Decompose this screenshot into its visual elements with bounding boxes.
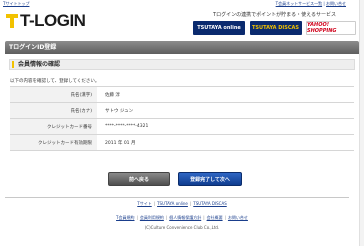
instruction-note: 以下の内容を確認して、登録してください。 <box>10 79 100 84</box>
complete-registration-button[interactable]: 登録完了して次へ <box>178 172 242 186</box>
footer-policy-links: T会員規約 | 会員利用規約 | 個人情報保護方針 | 会社概要 | お問い合せ <box>116 215 248 220</box>
footer-link-company[interactable]: 会社概要 <box>207 215 223 220</box>
top-contact-link[interactable]: お問い合せ <box>326 1 346 6</box>
footer-link-tsutaya-discas[interactable]: TSUTAYA DISCAS <box>193 201 226 206</box>
yahoo-shopping-badge[interactable]: YAHOO! SHOPPING <box>306 21 356 35</box>
section-marker-icon <box>12 61 14 68</box>
footer-link-tsite[interactable]: Tサイト <box>137 201 151 206</box>
tsite-top-link[interactable]: Tサイトトップ <box>3 1 29 7</box>
row-label: クレジットカード有効期限 <box>10 134 97 151</box>
linked-services-promo: Tログインの連携でポイントが貯まる・使えるサービス TSUTAYA online… <box>193 11 356 37</box>
member-services-link[interactable]: T会員ネットサービス一覧 <box>276 1 322 6</box>
row-value: 佐藤 淳 <box>97 86 354 103</box>
top-bar: Tサイトトップ T会員ネットサービス一覧 | お問い合せ <box>0 0 364 8</box>
table-row: 氏名(カナ) サトウ ジュン <box>10 102 354 119</box>
logo-text: T-LOGIN <box>20 11 86 30</box>
footer-divider <box>5 197 349 198</box>
table-row: クレジットカード有効期限 2011 年 01 月 <box>10 134 354 151</box>
section-title: 会員情報の確認 <box>18 61 61 68</box>
row-value: ****-****-****-4321 <box>97 118 354 135</box>
row-value: サトウ ジュン <box>97 102 354 119</box>
footer-link-terms[interactable]: T会員規約 <box>116 215 134 220</box>
t-logo-icon <box>6 14 18 28</box>
footer-link-contact[interactable]: お問い合せ <box>228 215 248 220</box>
promo-text: Tログインの連携でポイントが貯まる・使えるサービス <box>213 12 336 18</box>
copyright: (C)Culture Convenience Club Co.,Ltd. <box>144 225 220 230</box>
row-label: クレジットカード番号 <box>10 118 97 135</box>
footer-link-privacy[interactable]: 個人情報保護方針 <box>169 215 201 220</box>
page-title: TログインID登録 <box>5 41 359 54</box>
row-label: 氏名(漢字) <box>10 86 97 103</box>
confirmation-table: 氏名(漢字) 佐藤 淳 氏名(カナ) サトウ ジュン クレジットカード番号 **… <box>10 86 354 151</box>
section-header: 会員情報の確認 <box>9 59 355 70</box>
tsutaya-discas-badge[interactable]: TSUTAYA DISCAS <box>249 21 302 35</box>
top-right-links: T会員ネットサービス一覧 | お問い合せ <box>276 1 346 7</box>
table-row: 氏名(漢字) 佐藤 淳 <box>10 86 354 103</box>
t-login-logo[interactable]: T-LOGIN <box>6 11 86 31</box>
scrollbar[interactable] <box>359 0 364 246</box>
row-value: 2011 年 01 月 <box>97 134 354 151</box>
footer-link-tsutaya-online[interactable]: TSUTAYA online <box>157 201 188 206</box>
tsutaya-online-badge[interactable]: TSUTAYA online <box>193 21 245 35</box>
registration-panel: TログインID登録 会員情報の確認 以下の内容を確認して、登録してください。 氏… <box>5 41 359 241</box>
footer-link-member-terms[interactable]: 会員利用規約 <box>140 215 164 220</box>
row-label: 氏名(カナ) <box>10 102 97 119</box>
footer-service-links: Tサイト | TSUTAYA online | TSUTAYA DISCAS <box>137 201 227 206</box>
back-button[interactable]: 前へ戻る <box>108 172 170 186</box>
table-row: クレジットカード番号 ****-****-****-4321 <box>10 118 354 135</box>
